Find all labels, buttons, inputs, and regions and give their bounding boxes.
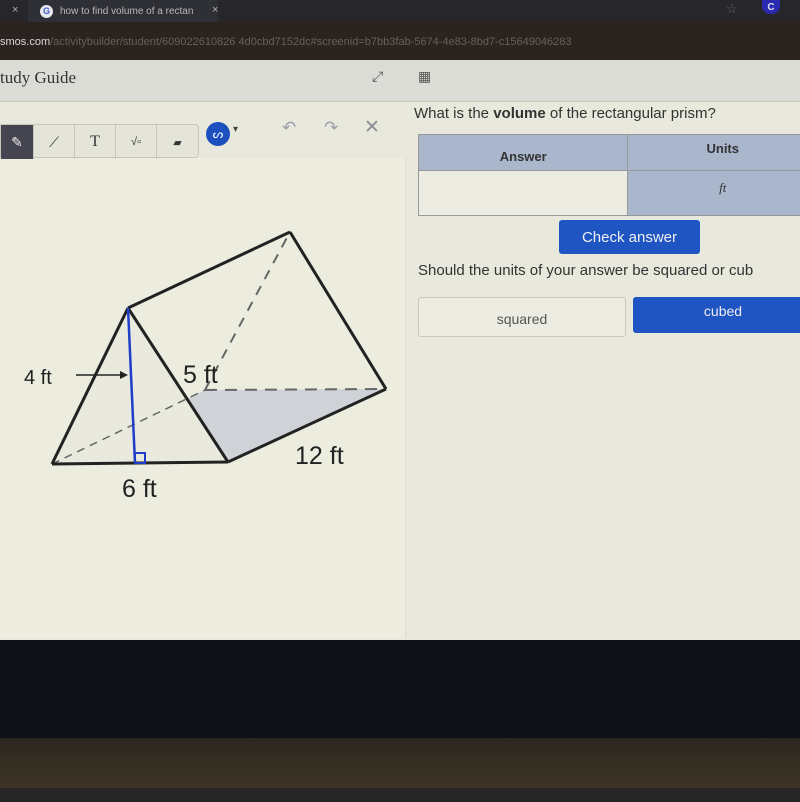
expand-icon[interactable]: ⤢ <box>372 68 383 85</box>
laptop-base <box>0 788 800 802</box>
text-icon: T <box>90 133 100 150</box>
label-height: 4 ft <box>24 367 52 389</box>
sketch-toolbar: ✎ ⟋ T √▫ ▰ <box>0 124 199 159</box>
label-length: 12 ft <box>295 442 344 470</box>
edge-top-ridge <box>127 230 291 310</box>
close-tab-icon[interactable]: × <box>212 4 218 16</box>
url-field[interactable]: smos.com/activitybuilder/student/6090226… <box>0 36 572 48</box>
units-header: Units <box>627 134 800 171</box>
square-root-icon: √▫ <box>131 136 141 148</box>
line-icon: ⟋ <box>49 133 59 150</box>
close-tab-icon[interactable]: × <box>12 4 18 16</box>
answer-table: Answer Units ft <box>417 134 800 216</box>
pencil-tool-button[interactable]: ✎ <box>1 125 34 159</box>
label-base: 6 ft <box>122 475 157 503</box>
screen: × G how to find volume of a rectan × ☆ C… <box>0 0 800 640</box>
laptop-keyboard-edge <box>0 738 800 788</box>
question-suffix: of the rectangular prism? <box>545 105 716 122</box>
question-units: Should the units of your answer be squar… <box>418 262 754 279</box>
label-slant: 5 ft <box>183 361 218 389</box>
tab-label: how to find volume of a rectan <box>60 5 194 17</box>
google-icon: G <box>40 4 53 18</box>
profile-avatar[interactable]: C <box>762 0 780 14</box>
units-cell: ft <box>627 170 800 216</box>
triangular-prism-figure: 4 ft 5 ft 6 ft 12 ft <box>24 230 388 503</box>
calculator-icon[interactable]: ▦ <box>418 68 431 85</box>
browser-tab-strip: × G how to find volume of a rectan × ☆ C <box>0 0 800 22</box>
answer-input-cell[interactable] <box>417 170 629 216</box>
question-prefix: What is the <box>414 105 494 122</box>
eraser-icon: ▰ <box>173 136 182 149</box>
bookmark-star-icon[interactable]: ☆ <box>726 1 738 17</box>
question-volume: What is the volume of the rectangular pr… <box>414 105 716 122</box>
chevron-down-icon[interactable]: ▾ <box>233 124 238 135</box>
squiggle-icon: ᔕ <box>212 127 224 141</box>
url-path: /activitybuilder/student/609022610826 4d… <box>50 36 572 48</box>
hidden-edge-back-left <box>204 231 291 391</box>
line-tool-button[interactable]: ⟋ <box>34 125 75 159</box>
tab-active[interactable]: G how to find volume of a rectan <box>28 0 218 22</box>
undo-icon[interactable]: ↶ <box>282 118 296 138</box>
question-bold: volume <box>493 105 546 122</box>
url-host: smos.com <box>0 36 51 48</box>
page-title: tudy Guide <box>0 68 77 87</box>
redo-icon[interactable]: ↷ <box>324 118 338 138</box>
answer-header: Answer <box>417 134 629 171</box>
option-squared-button[interactable]: squared <box>418 297 626 337</box>
color-picker-button[interactable]: ᔕ <box>206 122 230 146</box>
text-tool-button[interactable]: T <box>75 125 116 159</box>
math-tool-button[interactable]: √▫ <box>116 125 157 159</box>
pencil-icon: ✎ <box>11 133 23 150</box>
eraser-tool-button[interactable]: ▰ <box>157 125 198 159</box>
edge-back-right <box>288 231 388 390</box>
clear-icon[interactable]: ✕ <box>364 116 380 139</box>
tab-second[interactable] <box>235 0 385 22</box>
check-answer-button[interactable]: Check answer <box>559 220 700 254</box>
option-cubed-button[interactable]: cubed <box>633 297 800 333</box>
activity-header: tudy Guide ⤢ ▦ <box>0 60 800 102</box>
address-bar[interactable]: smos.com/activitybuilder/student/6090226… <box>0 22 800 60</box>
